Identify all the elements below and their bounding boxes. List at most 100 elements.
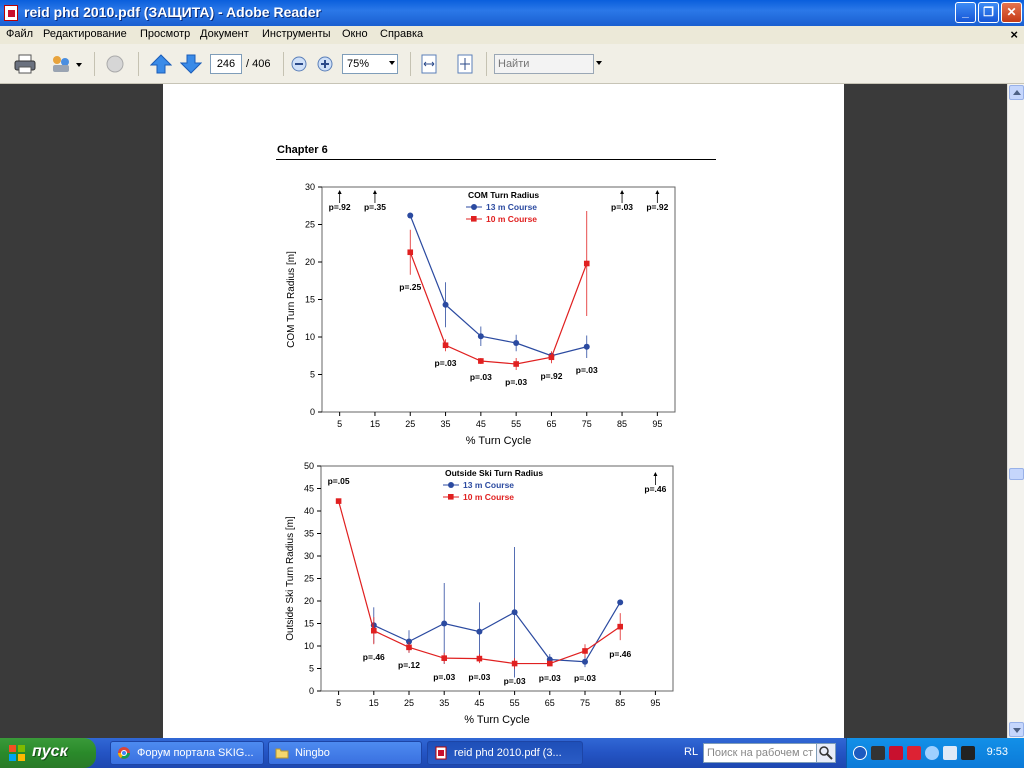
separator [94, 52, 95, 76]
collaborate-icon[interactable] [50, 54, 72, 74]
p-value-annotation: p=.12 [398, 660, 420, 670]
fit-page-icon[interactable] [454, 54, 476, 74]
data-point [511, 660, 518, 667]
start-button[interactable]: пуск [0, 738, 96, 768]
y-tick-label: 5 [310, 370, 315, 380]
chevron-down-icon[interactable] [74, 54, 84, 74]
legend-marker [448, 482, 454, 488]
minimize-button[interactable]: _ [955, 2, 976, 23]
network-icon[interactable] [943, 746, 957, 760]
menu-help[interactable]: Справка [380, 28, 423, 40]
maximize-button[interactable]: ❐ [978, 2, 999, 23]
data-point [477, 333, 484, 340]
clock: 9:53 [986, 746, 1008, 758]
data-point [442, 301, 449, 308]
document-viewer[interactable]: Chapter 6 0 5 10 15 20 25 30 5 15 25 35 45 55 65 75 85 9… [0, 84, 1007, 738]
separator [138, 52, 139, 76]
data-point [442, 342, 449, 349]
p-value-annotation: p=.92 [646, 202, 668, 212]
taskbar-item-adobe-reader[interactable]: reid phd 2010.pdf (3... [427, 741, 583, 765]
x-tick-label: 25 [405, 419, 415, 429]
data-point [407, 212, 414, 219]
separator [283, 52, 284, 76]
hand-tool-icon[interactable] [104, 54, 126, 74]
previous-page-icon[interactable] [150, 54, 172, 74]
data-point [513, 340, 520, 346]
x-tick-label: 15 [370, 419, 380, 429]
chevron-down-icon [389, 61, 395, 65]
taskbar: пуск Форум портала SKIG... Ningbo reid p… [0, 738, 1024, 768]
charts-svg: 0510152025305 15 25 35 45 55 65 75 85 95% Turn Cy… [285, 182, 676, 726]
monitor-icon[interactable] [961, 746, 975, 760]
p-value-annotation: p=.05 [328, 476, 350, 486]
x-tick-label: 85 [615, 698, 625, 708]
menu-document[interactable]: Документ [200, 28, 249, 40]
menu-window[interactable]: Окно [342, 28, 368, 40]
data-point [547, 660, 553, 667]
p-value-annotation: p=.25 [399, 282, 421, 292]
data-point [371, 627, 377, 634]
find-input[interactable] [494, 54, 594, 74]
legend-label: 13 m Course [463, 480, 514, 490]
y-tick-label: 20 [305, 257, 315, 267]
data-point [476, 655, 483, 662]
chrome-icon [118, 747, 130, 759]
taskbar-item-ningbo[interactable]: Ningbo [268, 741, 422, 765]
data-point [441, 655, 447, 661]
window-title: reid phd 2010.pdf (ЗАЩИТА) - Adobe Reade… [24, 4, 321, 20]
p-value-annotation: p=.03 [433, 672, 455, 682]
tray-app-icon[interactable] [871, 746, 885, 760]
separator [410, 52, 411, 76]
search-icon[interactable] [816, 743, 836, 763]
adobe-tray-icon[interactable] [889, 746, 903, 760]
chevron-down-icon [1013, 728, 1021, 733]
search-tray-icon[interactable] [925, 746, 939, 760]
fit-width-icon[interactable] [418, 54, 440, 74]
document-close-button[interactable]: × [1010, 27, 1018, 42]
y-tick-label: 10 [304, 641, 314, 651]
zoom-out-icon[interactable] [290, 54, 308, 74]
y-tick-label: 30 [304, 551, 314, 561]
menu-view[interactable]: Просмотр [140, 28, 190, 40]
print-icon[interactable] [14, 54, 36, 74]
legend-marker [471, 204, 477, 210]
zoom-select[interactable]: 75% [342, 54, 398, 74]
y-tick-label: 15 [304, 619, 314, 629]
adobe-reader-icon [435, 746, 447, 760]
y-tick-label: 10 [305, 332, 315, 342]
system-tray: 9:53 [846, 738, 1024, 768]
x-tick-label: 25 [404, 698, 414, 708]
x-tick-label: 75 [582, 419, 592, 429]
scroll-down-button[interactable] [1009, 722, 1024, 737]
close-button[interactable]: ✕ [1001, 2, 1022, 23]
taskbar-item-chrome[interactable]: Форум портала SKIG... [110, 741, 264, 765]
data-point [582, 658, 588, 665]
x-axis-label: % Turn Cycle [466, 435, 531, 447]
find-options-dropdown-icon[interactable] [596, 61, 602, 65]
menu-file[interactable]: Файл [6, 28, 33, 40]
title-bar: reid phd 2010.pdf (ЗАЩИТА) - Adobe Reade… [0, 0, 1024, 26]
desktop-search-input[interactable]: Поиск на рабочем ст [703, 743, 817, 763]
next-page-icon[interactable] [180, 54, 202, 74]
p-value-annotation: p=.46 [644, 484, 666, 494]
data-point [406, 644, 412, 651]
x-tick-label: 95 [650, 698, 660, 708]
data-point [511, 609, 518, 616]
scroll-up-button[interactable] [1009, 85, 1024, 100]
legend-marker [448, 494, 454, 500]
x-tick-label: 15 [369, 698, 379, 708]
zoom-in-icon[interactable] [316, 54, 334, 74]
flash-tray-icon[interactable] [907, 746, 921, 760]
data-point [513, 361, 519, 367]
menu-tools[interactable]: Инструменты [262, 28, 331, 40]
p-value-annotation: p=.92 [540, 371, 562, 381]
legend-marker [471, 216, 477, 222]
vertical-scrollbar[interactable] [1007, 84, 1024, 738]
chevron-left-icon[interactable] [853, 746, 867, 760]
menu-edit[interactable]: Редактирование [43, 28, 127, 40]
page-number-input[interactable] [210, 54, 242, 74]
p-value-annotation: p=.03 [611, 202, 633, 212]
language-indicator[interactable]: RL [684, 746, 698, 758]
page-count: / 406 [246, 58, 271, 70]
scroll-thumb[interactable] [1009, 468, 1024, 480]
